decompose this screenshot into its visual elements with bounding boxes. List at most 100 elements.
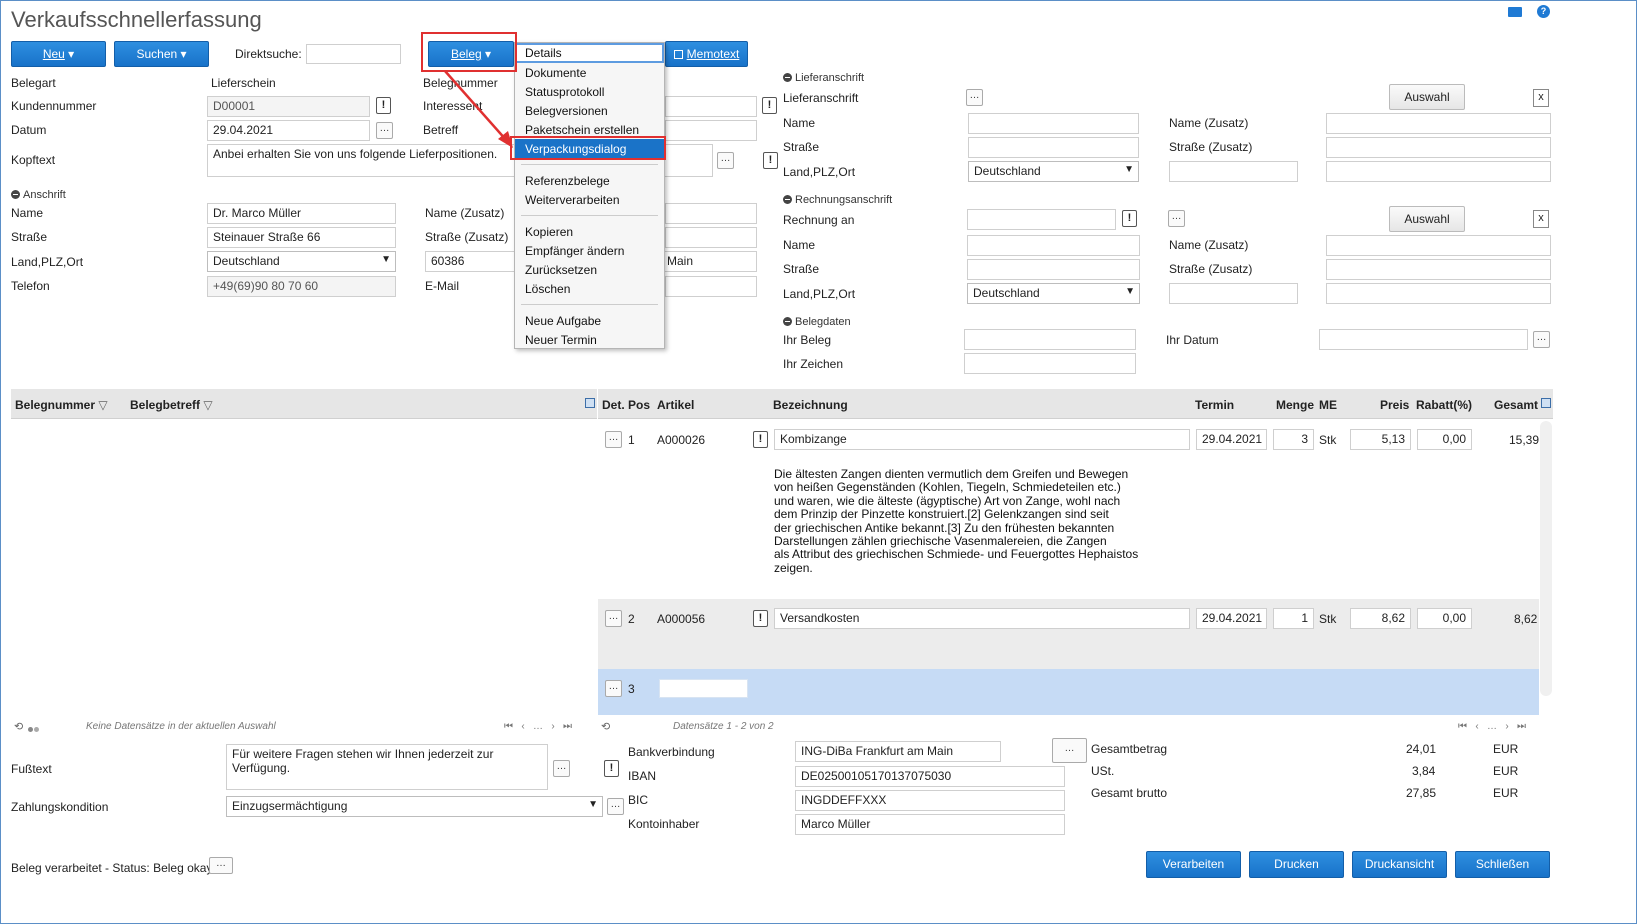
drucken-button[interactable]: Drucken <box>1249 851 1344 878</box>
col-belegnummer[interactable]: Belegnummer ▽ <box>15 398 108 412</box>
ihr-datum-picker-button[interactable]: … <box>1533 331 1550 348</box>
email-input[interactable] <box>665 276 757 297</box>
rechnung-land-select[interactable]: Deutschland ▼ <box>967 283 1140 304</box>
menu-item-referenzbelege[interactable]: Referenzbelege <box>525 174 610 188</box>
filter-icon[interactable]: ▽ <box>98 398 107 412</box>
row-artikel[interactable]: A000056 <box>657 612 705 626</box>
artikel-info-icon[interactable]: ! <box>753 610 768 627</box>
vertical-scrollbar[interactable] <box>1540 421 1552 696</box>
datum-input[interactable]: 29.04.2021 <box>207 120 370 141</box>
lieferanschrift-auswahl-button[interactable]: Auswahl <box>1389 84 1465 110</box>
betreff-input[interactable] <box>665 120 757 141</box>
row-termin-input[interactable]: 29.04.2021 <box>1196 429 1267 450</box>
menu-item-paketschein[interactable]: Paketschein erstellen <box>525 123 639 137</box>
row-rabatt-input[interactable]: 0,00 <box>1417 608 1472 629</box>
inhaber-input[interactable]: Marco Müller <box>795 814 1065 835</box>
bic-input[interactable]: INGDDEFFXXX <box>795 790 1065 811</box>
kundennummer-input[interactable]: D00001 <box>207 96 370 117</box>
rechnung-strasse-zusatz-input[interactable] <box>1326 259 1551 280</box>
interessent-info-icon[interactable]: ! <box>762 97 777 114</box>
rechnung-name-zusatz-input[interactable] <box>1326 235 1551 256</box>
row-menge-input[interactable]: 3 <box>1273 429 1314 450</box>
zahlung-select[interactable]: Einzugsermächtigung ▼ <box>226 796 603 817</box>
menu-item-empfaenger-aendern[interactable]: Empfänger ändern <box>525 244 624 258</box>
suchen-button[interactable]: Suchen ▾ <box>114 41 209 67</box>
plz-input[interactable]: 60386 <box>425 251 515 272</box>
rechnung-close-button[interactable]: x <box>1533 210 1549 228</box>
row-detail-button[interactable]: … <box>605 610 622 627</box>
liefer-land-select[interactable]: Deutschland ▼ <box>968 161 1139 182</box>
name-zusatz-input[interactable] <box>665 203 757 224</box>
menu-item-statusprotokoll[interactable]: Statusprotokoll <box>525 85 604 99</box>
refresh-icon[interactable]: ⟲ <box>601 720 610 733</box>
artikel-info-icon[interactable]: ! <box>753 431 768 448</box>
rechnung-auswahl-button[interactable]: Auswahl <box>1389 206 1465 232</box>
bank-dots-button[interactable]: … <box>1052 738 1087 763</box>
liefer-ort-input[interactable] <box>1326 161 1551 182</box>
rechnung-ort-input[interactable] <box>1326 283 1551 304</box>
datum-picker-button[interactable]: … <box>376 122 393 139</box>
toggle-icon[interactable] <box>28 721 40 732</box>
belegdaten-section[interactable]: Belegdaten <box>783 316 851 328</box>
ort-input[interactable]: Main <box>661 251 757 272</box>
memotext-button[interactable]: Memotext <box>665 41 748 67</box>
ihr-beleg-input[interactable] <box>964 329 1136 350</box>
zahlung-dots-button[interactable]: … <box>607 798 624 815</box>
lieferanschrift-close-button[interactable]: x <box>1533 89 1549 107</box>
kopftext-dots-button[interactable]: … <box>717 152 734 169</box>
menu-item-details[interactable]: Details <box>525 46 562 60</box>
filter-icon[interactable]: ▽ <box>203 398 212 412</box>
row-preis-input[interactable]: 8,62 <box>1350 608 1411 629</box>
positions-pager[interactable]: ⏮ ‹ … › ⏭ <box>1458 721 1526 732</box>
rechnung-info-icon[interactable]: ! <box>1122 210 1137 227</box>
fusstext-dots-button[interactable]: … <box>553 760 570 777</box>
neu-button[interactable]: Neu ▾ <box>11 41 106 67</box>
refresh-icon[interactable]: ⟲ <box>14 720 23 733</box>
liefer-strasse-zusatz-input[interactable] <box>1326 137 1551 158</box>
rechnung-dots-button[interactable]: … <box>1168 210 1185 227</box>
menu-item-dokumente[interactable]: Dokumente <box>525 66 586 80</box>
ihr-datum-input[interactable] <box>1319 329 1528 350</box>
lieferanschrift-dots-button[interactable]: … <box>966 89 983 106</box>
verarbeiten-button[interactable]: Verarbeiten <box>1146 851 1241 878</box>
ihr-zeichen-input[interactable] <box>964 353 1136 374</box>
fusstext-input[interactable]: Für weitere Fragen stehen wir Ihnen jede… <box>226 744 548 790</box>
lieferanschrift-section[interactable]: Lieferanschrift <box>783 72 864 84</box>
bank-input[interactable]: ING-DiBa Frankfurt am Main <box>795 741 1001 762</box>
rechnung-an-input[interactable] <box>967 209 1116 230</box>
row-termin-input[interactable]: 29.04.2021 <box>1196 608 1267 629</box>
menu-item-neue-aufgabe[interactable]: Neue Aufgabe <box>525 314 601 328</box>
direktsuche-input[interactable] <box>306 44 401 64</box>
rechnung-strasse-input[interactable] <box>967 259 1140 280</box>
menu-item-neuer-termin[interactable]: Neuer Termin <box>525 333 597 347</box>
telefon-input[interactable]: +49(69)90 80 70 60 <box>207 276 396 297</box>
col-belegbetreff[interactable]: Belegbetreff ▽ <box>130 398 213 412</box>
kopftext-info-icon[interactable]: ! <box>763 152 778 169</box>
help-icon[interactable]: ? <box>1537 5 1550 18</box>
bank-info-icon[interactable]: ! <box>604 760 619 777</box>
menu-item-loeschen[interactable]: Löschen <box>525 282 570 296</box>
liefer-name-input[interactable] <box>968 113 1139 134</box>
status-dots-button[interactable]: … <box>209 857 233 874</box>
row-bezeichnung-input[interactable]: Versandkosten <box>774 608 1190 629</box>
column-chooser-icon[interactable] <box>585 398 595 408</box>
mail-icon[interactable] <box>1508 7 1522 17</box>
anschrift-section[interactable]: Anschrift <box>11 189 66 201</box>
menu-item-kopieren[interactable]: Kopieren <box>525 225 573 239</box>
schliessen-button[interactable]: Schließen <box>1455 851 1550 878</box>
rechnung-name-input[interactable] <box>967 235 1140 256</box>
row-rabatt-input[interactable]: 0,00 <box>1417 429 1472 450</box>
row-detail-button[interactable]: … <box>605 431 622 448</box>
menu-item-belegversionen[interactable]: Belegversionen <box>525 104 608 118</box>
row-preis-input[interactable]: 5,13 <box>1350 429 1411 450</box>
liefer-plz-input[interactable] <box>1169 161 1298 182</box>
row-artikel-input[interactable] <box>659 679 748 698</box>
menu-item-weiterverarbeiten[interactable]: Weiterverarbeiten <box>525 193 620 207</box>
liefer-name-zusatz-input[interactable] <box>1326 113 1551 134</box>
menu-item-zuruecksetzen[interactable]: Zurücksetzen <box>525 263 597 277</box>
strasse-input[interactable]: Steinauer Straße 66 <box>207 227 396 248</box>
row-menge-input[interactable]: 1 <box>1273 608 1314 629</box>
druckansicht-button[interactable]: Druckansicht <box>1352 851 1447 878</box>
land-select[interactable]: Deutschland ▼ <box>207 251 396 272</box>
name-input[interactable]: Dr. Marco Müller <box>207 203 396 224</box>
